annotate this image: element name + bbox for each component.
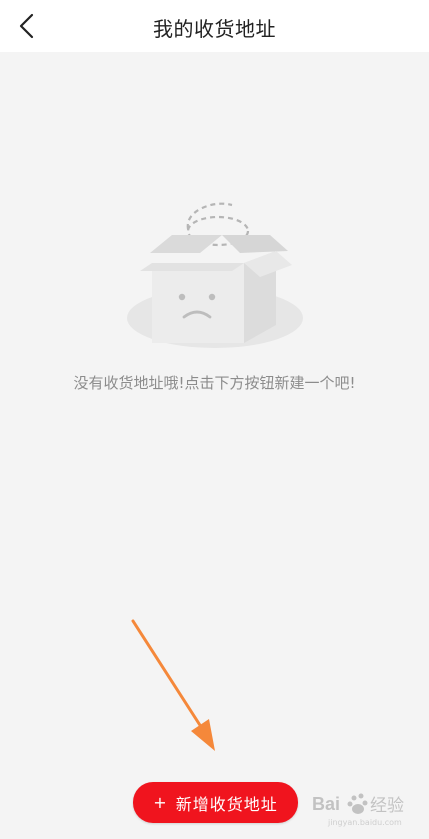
svg-text:经验: 经验 <box>370 796 404 816</box>
top-bar: 我的收货地址 <box>0 0 429 52</box>
page-title: 我的收货地址 <box>153 17 276 41</box>
svg-text:jingyan.baidu.com: jingyan.baidu.com <box>327 818 402 827</box>
add-address-label: 新增收货地址 <box>175 794 278 814</box>
plus-icon: + <box>153 793 168 812</box>
baidu-jingyan-watermark: Bai 经验 jingyan.baidu.com <box>312 793 404 827</box>
empty-message: 没有收货地址哦!点击下方按钮新建一个吧! <box>73 374 356 392</box>
svg-text:Bai: Bai <box>312 794 340 814</box>
empty-box-icon <box>127 202 303 348</box>
annotation-arrow-icon <box>131 619 215 751</box>
address-screen: 我的收货地址 没有收货地址哦!点击下方按钮新建一个吧! + 新增收货地址 Bai <box>0 0 429 839</box>
add-address-button[interactable]: + 新增收货地址 <box>133 782 298 823</box>
